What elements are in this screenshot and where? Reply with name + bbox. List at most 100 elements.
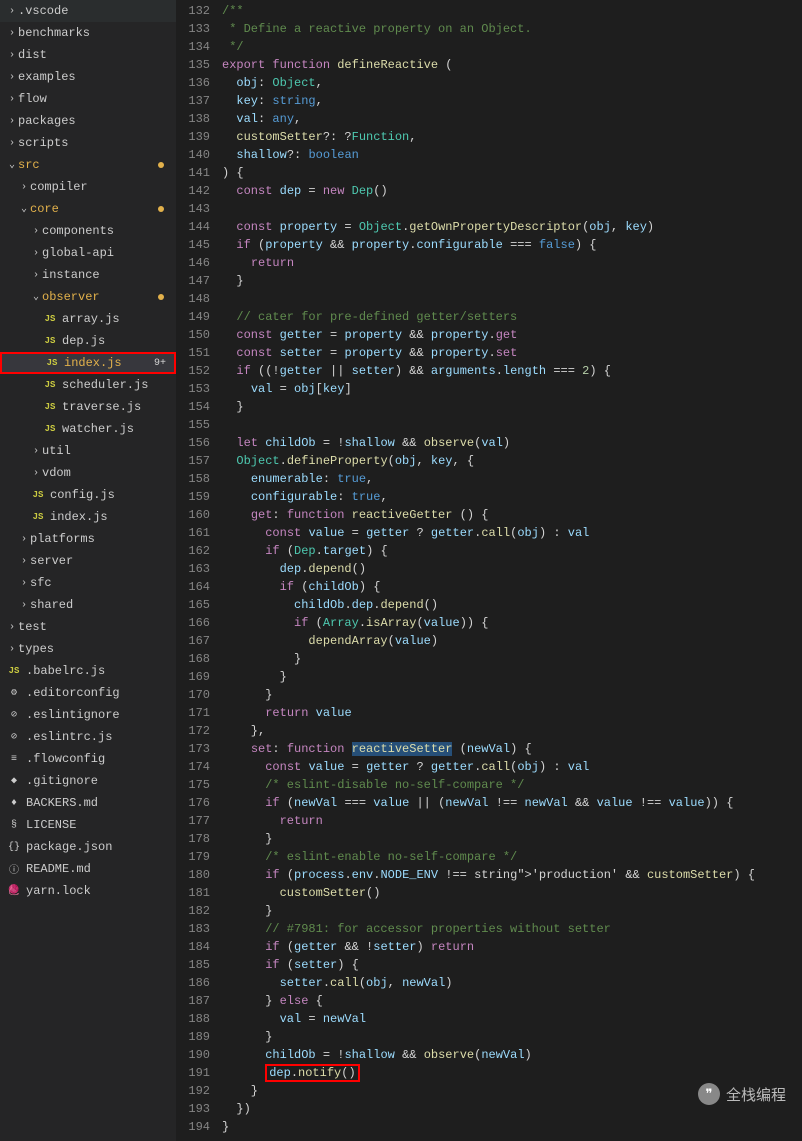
code-line[interactable]: // cater for pre-defined getter/setters xyxy=(222,308,802,326)
file-explorer-sidebar[interactable]: ›.vscode›benchmarks›dist›examples›flow›p… xyxy=(0,0,176,1141)
file-.flowconfig[interactable]: ≡.flowconfig xyxy=(0,748,176,770)
code-line[interactable]: if (newVal === value || (newVal !== newV… xyxy=(222,794,802,812)
code-line[interactable]: val = newVal xyxy=(222,1010,802,1028)
code-line[interactable]: /* eslint-enable no-self-compare */ xyxy=(222,848,802,866)
code-line[interactable]: if (Dep.target) { xyxy=(222,542,802,560)
file-.babelrc.js[interactable]: JS.babelrc.js xyxy=(0,660,176,682)
code-line[interactable]: ) { xyxy=(222,164,802,182)
folder-global-api[interactable]: ›global-api xyxy=(0,242,176,264)
folder-core[interactable]: ⌄core xyxy=(0,198,176,220)
code-line[interactable]: * Define a reactive property on an Objec… xyxy=(222,20,802,38)
code-line[interactable]: dependArray(value) xyxy=(222,632,802,650)
file-BACKERS.md[interactable]: ♦BACKERS.md xyxy=(0,792,176,814)
code-editor[interactable]: 1321331341351361371381391401411421431441… xyxy=(176,0,802,1141)
code-line[interactable]: dep.depend() xyxy=(222,560,802,578)
code-line[interactable]: } else { xyxy=(222,992,802,1010)
file-dep.js[interactable]: JSdep.js xyxy=(0,330,176,352)
file-README.md[interactable]: ⓘREADME.md xyxy=(0,858,176,880)
code-line[interactable]: configurable: true, xyxy=(222,488,802,506)
code-line[interactable]: } xyxy=(222,272,802,290)
code-line[interactable]: Object.defineProperty(obj, key, { xyxy=(222,452,802,470)
code-line[interactable]: customSetter?: ?Function, xyxy=(222,128,802,146)
code-line[interactable]: obj: Object, xyxy=(222,74,802,92)
code-line[interactable]: val: any, xyxy=(222,110,802,128)
folder-util[interactable]: ›util xyxy=(0,440,176,462)
code-line[interactable]: const getter = property && property.get xyxy=(222,326,802,344)
code-line[interactable]: const dep = new Dep() xyxy=(222,182,802,200)
file-config.js[interactable]: JSconfig.js xyxy=(0,484,176,506)
folder-flow[interactable]: ›flow xyxy=(0,88,176,110)
folder-examples[interactable]: ›examples xyxy=(0,66,176,88)
folder-packages[interactable]: ›packages xyxy=(0,110,176,132)
code-line[interactable]: const setter = property && property.set xyxy=(222,344,802,362)
code-line[interactable]: } xyxy=(222,686,802,704)
folder-scripts[interactable]: ›scripts xyxy=(0,132,176,154)
folder-sfc[interactable]: ›sfc xyxy=(0,572,176,594)
code-line[interactable]: } xyxy=(222,902,802,920)
folder-observer[interactable]: ⌄observer xyxy=(0,286,176,308)
folder-server[interactable]: ›server xyxy=(0,550,176,572)
code-line[interactable]: return xyxy=(222,254,802,272)
code-line[interactable]: if ((!getter || setter) && arguments.len… xyxy=(222,362,802,380)
code-content[interactable]: /** * Define a reactive property on an O… xyxy=(222,0,802,1141)
code-line[interactable]: set: function reactiveSetter (newVal) { xyxy=(222,740,802,758)
folder-src[interactable]: ⌄src xyxy=(0,154,176,176)
code-line[interactable]: setter.call(obj, newVal) xyxy=(222,974,802,992)
file-yarn.lock[interactable]: 🧶yarn.lock xyxy=(0,880,176,902)
code-line[interactable]: if (setter) { xyxy=(222,956,802,974)
file-.eslintrc.js[interactable]: ⊘.eslintrc.js xyxy=(0,726,176,748)
code-line[interactable]: } xyxy=(222,1118,802,1136)
folder-compiler[interactable]: ›compiler xyxy=(0,176,176,198)
code-line[interactable]: }, xyxy=(222,722,802,740)
file-package.json[interactable]: {}package.json xyxy=(0,836,176,858)
code-line[interactable]: export function defineReactive ( xyxy=(222,56,802,74)
code-line[interactable]: if (Array.isArray(value)) { xyxy=(222,614,802,632)
code-line[interactable]: } xyxy=(222,398,802,416)
file-LICENSE[interactable]: §LICENSE xyxy=(0,814,176,836)
code-line[interactable] xyxy=(222,200,802,218)
code-line[interactable]: val = obj[key] xyxy=(222,380,802,398)
folder-vdom[interactable]: ›vdom xyxy=(0,462,176,484)
code-line[interactable]: enumerable: true, xyxy=(222,470,802,488)
code-line[interactable]: let childOb = !shallow && observe(val) xyxy=(222,434,802,452)
code-line[interactable]: } xyxy=(222,830,802,848)
file-traverse.js[interactable]: JStraverse.js xyxy=(0,396,176,418)
code-line[interactable]: childOb.dep.depend() xyxy=(222,596,802,614)
folder-instance[interactable]: ›instance xyxy=(0,264,176,286)
folder-test[interactable]: ›test xyxy=(0,616,176,638)
code-line[interactable]: if (getter && !setter) return xyxy=(222,938,802,956)
code-line[interactable]: shallow?: boolean xyxy=(222,146,802,164)
folder-.vscode[interactable]: ›.vscode xyxy=(0,0,176,22)
code-line[interactable]: key: string, xyxy=(222,92,802,110)
code-line[interactable]: } xyxy=(222,650,802,668)
file-.editorconfig[interactable]: ⚙.editorconfig xyxy=(0,682,176,704)
code-line[interactable]: if (childOb) { xyxy=(222,578,802,596)
code-line[interactable]: // #7981: for accessor properties withou… xyxy=(222,920,802,938)
code-line[interactable]: get: function reactiveGetter () { xyxy=(222,506,802,524)
file-.eslintignore[interactable]: ⊘.eslintignore xyxy=(0,704,176,726)
code-line[interactable]: const value = getter ? getter.call(obj) … xyxy=(222,524,802,542)
code-line[interactable]: const value = getter ? getter.call(obj) … xyxy=(222,758,802,776)
code-line[interactable]: /* eslint-disable no-self-compare */ xyxy=(222,776,802,794)
code-line[interactable]: return value xyxy=(222,704,802,722)
file-scheduler.js[interactable]: JSscheduler.js xyxy=(0,374,176,396)
folder-shared[interactable]: ›shared xyxy=(0,594,176,616)
code-line[interactable]: */ xyxy=(222,38,802,56)
file-.gitignore[interactable]: ◆.gitignore xyxy=(0,770,176,792)
code-line[interactable]: dep.notify() xyxy=(222,1064,802,1082)
file-index.js[interactable]: JSindex.js9+ xyxy=(0,352,176,374)
code-line[interactable]: const property = Object.getOwnPropertyDe… xyxy=(222,218,802,236)
folder-benchmarks[interactable]: ›benchmarks xyxy=(0,22,176,44)
code-line[interactable]: childOb = !shallow && observe(newVal) xyxy=(222,1046,802,1064)
folder-components[interactable]: ›components xyxy=(0,220,176,242)
folder-dist[interactable]: ›dist xyxy=(0,44,176,66)
code-line[interactable]: if (property && property.configurable ==… xyxy=(222,236,802,254)
code-line[interactable] xyxy=(222,416,802,434)
file-watcher.js[interactable]: JSwatcher.js xyxy=(0,418,176,440)
code-line[interactable]: return xyxy=(222,812,802,830)
folder-types[interactable]: ›types xyxy=(0,638,176,660)
code-line[interactable]: /** xyxy=(222,2,802,20)
folder-platforms[interactable]: ›platforms xyxy=(0,528,176,550)
file-index.js[interactable]: JSindex.js xyxy=(0,506,176,528)
code-line[interactable] xyxy=(222,290,802,308)
